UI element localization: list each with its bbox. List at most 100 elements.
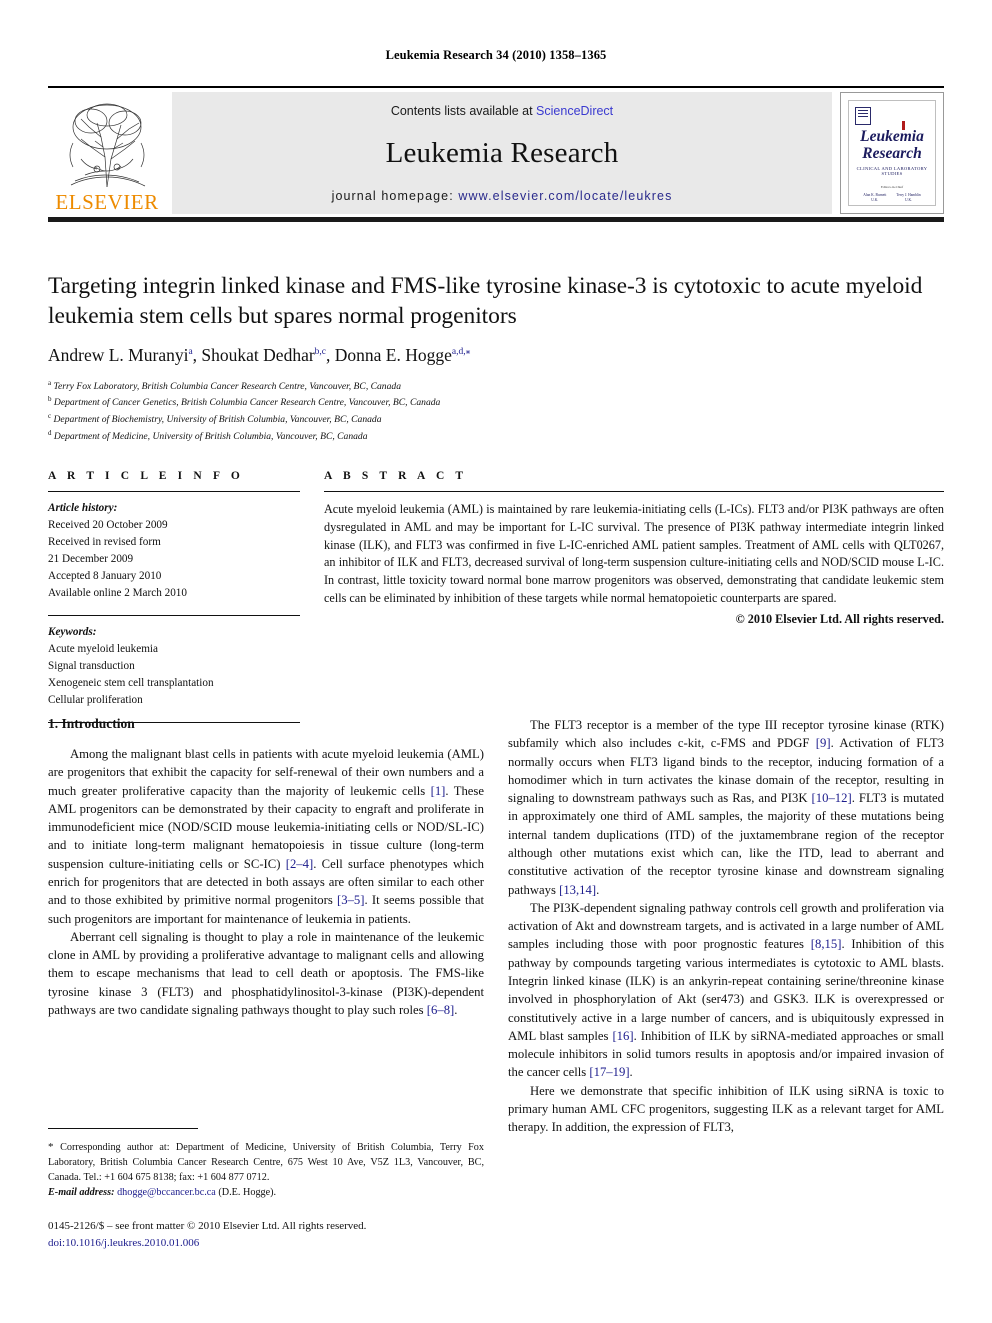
sciencedirect-link[interactable]: ScienceDirect [536,104,613,118]
article-info-rule [48,491,300,492]
cover-accent-bar [902,121,905,130]
keyword-item: Cellular proliferation [48,694,143,707]
abstract-copyright: © 2010 Elsevier Ltd. All rights reserved… [735,611,944,626]
contents-line: Contents lists available at ScienceDirec… [391,104,613,118]
citation-link[interactable]: [3–5] [337,893,364,907]
corresponding-author-text: Corresponding author at: Department of M… [48,1142,484,1183]
email-suffix: (D.E. Hogge). [218,1186,277,1198]
footnote-asterisk: * [48,1141,61,1153]
affiliation-mark: c [48,412,52,421]
affiliation-list: a Terry Fox Laboratory, British Columbia… [48,378,928,445]
homepage-url[interactable]: www.elsevier.com/locate/leukres [458,189,672,203]
journal-article-page: Leukemia Research 34 (2010) 1358–1365 EL… [0,0,992,1323]
article-history-label: Article history: [48,502,118,514]
right-column: The FLT3 receptor is a member of the typ… [508,716,944,1136]
affiliation-item: a Terry Fox Laboratory, British Columbia… [48,378,401,392]
affiliation-mark: a [48,378,52,387]
author-name: Shoukat Dedhar [201,344,315,365]
citation-link[interactable]: [1] [431,784,446,798]
homepage-label: journal homepage: [331,189,459,203]
affiliation-item: b Department of Cancer Genetics, British… [48,395,441,409]
article-info-column: A R T I C L E I N F O Article history: R… [48,470,300,724]
author-affiliation-mark: a [188,346,193,357]
article-history: Article history: Received 20 October 200… [48,500,300,602]
contents-prefix: Contents lists available at [390,104,537,118]
abstract-rule [324,491,944,492]
author-list: Andrew L. Muranyia, Shoukat Dedharb,c, D… [48,344,471,365]
body-paragraph: Among the malignant blast cells in patie… [48,747,484,926]
keyword-item: Xenogeneic stem cell transplantation [48,677,214,690]
cover-editor-1-loc: U.K. [871,198,879,203]
body-columns: 1. Introduction Among the malignant blas… [48,716,944,1136]
keywords-rule-top [48,615,300,617]
elsevier-logo: ELSEVIER [48,92,166,214]
running-head: Leukemia Research 34 (2010) 1358–1365 [385,48,607,62]
section-heading-introduction: 1. Introduction [48,716,135,731]
cover-title: Leukemia Research [849,128,935,162]
article-history-item: 21 December 2009 [48,553,134,566]
article-history-item: Received 20 October 2009 [48,519,168,532]
keywords-lines: Acute myeloid leukemia Signal transductio… [48,641,300,709]
keyword-item: Signal transduction [48,660,135,673]
article-history-item: Accepted 8 January 2010 [48,570,162,583]
journal-title: Leukemia Research [385,137,619,169]
journal-homepage-line: journal homepage: www.elsevier.com/locat… [332,189,673,203]
article-info-heading: A R T I C L E I N F O [48,470,244,482]
cover-editors: Alan K. Burnett U.K. Terry J. Hamblin U.… [849,193,935,204]
abstract-heading: A B S T R A C T [324,470,468,482]
keywords-block: Keywords: Acute myeloid leukemia Signal t… [48,624,300,709]
journal-masthead: ELSEVIER Contents lists available at Sci… [48,86,944,222]
body-paragraph: The PI3K-dependent signaling pathway con… [508,900,945,1080]
elsevier-tree-icon [69,103,146,188]
email-address[interactable]: dhogge@bccancer.bc.ca [117,1187,216,1198]
masthead-bottom-rule [48,217,944,222]
frontmatter-line: 0145-2126/$ – see front matter © 2010 El… [48,1220,367,1232]
keywords-label: Keywords: [48,626,97,639]
elsevier-wordmark: ELSEVIER [55,190,159,214]
citation-link[interactable]: [10–12] [812,791,852,805]
cover-editor-2-loc: U.K. [905,198,913,203]
left-column: 1. Introduction Among the malignant blas… [48,716,484,1136]
citation-link[interactable]: [13,14] [559,883,596,897]
body-paragraph: The FLT3 receptor is a member of the typ… [508,718,944,897]
frontmatter-block: 0145-2126/$ – see front matter © 2010 El… [48,1218,484,1251]
email-label: E-mail address: [48,1186,115,1198]
affiliation-item: c Department of Biochemistry, University… [48,412,382,426]
citation-link[interactable]: [16] [612,1029,633,1043]
body-paragraph: Aberrant cell signaling is thought to pl… [48,929,484,1017]
body-paragraph: Here we demonstrate that specific inhibi… [508,1083,944,1135]
author-affiliation-mark: b,c [314,346,327,357]
cover-title-line2: Research [862,144,922,162]
info-abstract-section: A R T I C L E I N F O Article history: R… [48,470,944,724]
abstract-text: Acute myeloid leukemia (AML) is maintain… [324,502,944,606]
cover-subtitle: Clinical and Laboratory Studies [856,166,928,177]
masthead-top-rule [48,86,944,88]
cover-elsevier-icon [855,107,871,125]
citation-link[interactable]: [9] [816,736,831,750]
cover-title-line1: Leukemia [860,128,924,145]
affiliation-mark: d [48,428,52,437]
article-history-lines: Received 20 October 2009 Received in revi… [48,517,300,602]
journal-banner: Contents lists available at ScienceDirec… [172,92,832,214]
doi-line[interactable]: doi:10.1016/j.leukres.2010.01.006 [48,1235,484,1252]
cover-editors-label: Editors-in-Chief [880,185,904,190]
article-history-item: Received in revised form [48,536,161,549]
title-block: Targeting integrin linked kinase and FMS… [48,272,928,445]
corresponding-author-note: * Corresponding author at: Department of… [48,1140,484,1200]
citation-link[interactable]: [6–8] [427,1003,454,1017]
citation-link[interactable]: [8,15] [811,937,842,951]
journal-cover-thumbnail: Leukemia Research Clinical and Laborator… [840,92,944,214]
citation-link[interactable]: [17–19] [589,1065,629,1079]
right-column-paragraphs: The FLT3 receptor is a member of the typ… [508,716,944,1136]
abstract-column: A B S T R A C T Acute myeloid leukemia (… [324,470,944,723]
article-title: Targeting integrin linked kinase and FMS… [48,273,923,329]
article-history-item: Available online 2 March 2010 [48,587,187,600]
author-name: Andrew L. Muranyi [48,344,189,365]
author-name: Donna E. Hogge [334,344,452,365]
citation-link[interactable]: [2–4] [286,857,313,871]
affiliation-mark: b [48,395,52,404]
affiliation-item: d Department of Medicine, University of … [48,428,368,443]
footnote-rule [48,1128,198,1129]
author-affiliation-mark: a,d,⁎ [451,346,471,357]
keyword-item: Acute myeloid leukemia [48,643,158,656]
